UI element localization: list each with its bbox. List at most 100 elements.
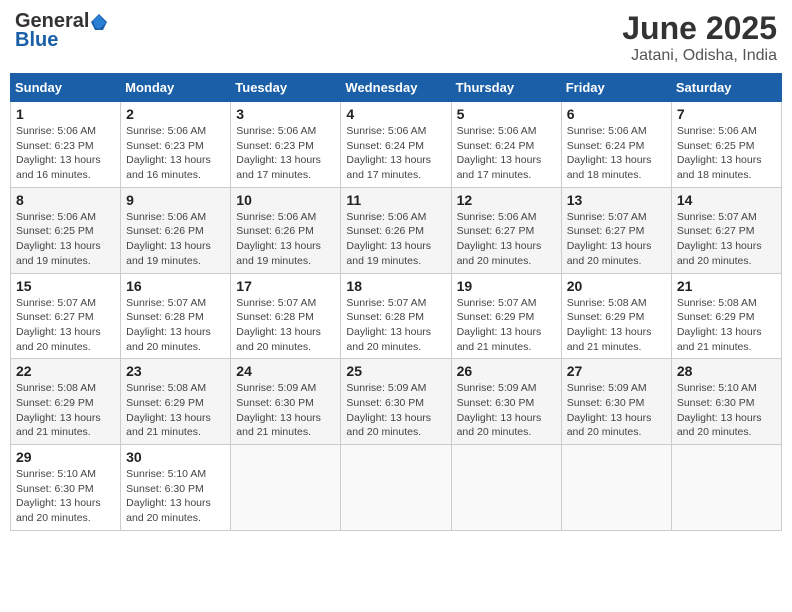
logo-icon [90, 13, 108, 31]
calendar-cell: 2 Sunrise: 5:06 AM Sunset: 6:23 PM Dayli… [121, 102, 231, 188]
day-info: Sunrise: 5:06 AM Sunset: 6:27 PM Dayligh… [457, 210, 556, 269]
day-number: 12 [457, 192, 556, 208]
day-info: Sunrise: 5:07 AM Sunset: 6:29 PM Dayligh… [457, 296, 556, 355]
day-number: 16 [126, 278, 225, 294]
logo-blue-text: Blue [15, 29, 58, 52]
calendar-cell: 3 Sunrise: 5:06 AM Sunset: 6:23 PM Dayli… [231, 102, 341, 188]
calendar-cell: 30 Sunrise: 5:10 AM Sunset: 6:30 PM Dayl… [121, 445, 231, 531]
day-info: Sunrise: 5:07 AM Sunset: 6:27 PM Dayligh… [677, 210, 776, 269]
day-info: Sunrise: 5:07 AM Sunset: 6:28 PM Dayligh… [126, 296, 225, 355]
calendar-cell [231, 445, 341, 531]
calendar-cell: 6 Sunrise: 5:06 AM Sunset: 6:24 PM Dayli… [561, 102, 671, 188]
weekday-header-sunday: Sunday [11, 74, 121, 102]
day-number: 17 [236, 278, 335, 294]
calendar-cell: 21 Sunrise: 5:08 AM Sunset: 6:29 PM Dayl… [671, 273, 781, 359]
location-title: Jatani, Odisha, India [622, 47, 777, 65]
day-info: Sunrise: 5:06 AM Sunset: 6:26 PM Dayligh… [346, 210, 445, 269]
day-info: Sunrise: 5:06 AM Sunset: 6:23 PM Dayligh… [126, 124, 225, 183]
day-info: Sunrise: 5:08 AM Sunset: 6:29 PM Dayligh… [567, 296, 666, 355]
calendar-cell: 20 Sunrise: 5:08 AM Sunset: 6:29 PM Dayl… [561, 273, 671, 359]
weekday-header-saturday: Saturday [671, 74, 781, 102]
calendar-cell [451, 445, 561, 531]
page-header: General Blue June 2025 Jatani, Odisha, I… [10, 10, 782, 65]
week-row-4: 22 Sunrise: 5:08 AM Sunset: 6:29 PM Dayl… [11, 359, 782, 445]
day-info: Sunrise: 5:09 AM Sunset: 6:30 PM Dayligh… [567, 381, 666, 440]
weekday-header-thursday: Thursday [451, 74, 561, 102]
day-number: 15 [16, 278, 115, 294]
calendar-cell: 27 Sunrise: 5:09 AM Sunset: 6:30 PM Dayl… [561, 359, 671, 445]
day-number: 8 [16, 192, 115, 208]
day-number: 20 [567, 278, 666, 294]
calendar-cell: 11 Sunrise: 5:06 AM Sunset: 6:26 PM Dayl… [341, 187, 451, 273]
day-info: Sunrise: 5:06 AM Sunset: 6:25 PM Dayligh… [16, 210, 115, 269]
day-number: 24 [236, 363, 335, 379]
day-info: Sunrise: 5:08 AM Sunset: 6:29 PM Dayligh… [677, 296, 776, 355]
weekday-header-row: SundayMondayTuesdayWednesdayThursdayFrid… [11, 74, 782, 102]
calendar-cell [561, 445, 671, 531]
calendar-cell: 1 Sunrise: 5:06 AM Sunset: 6:23 PM Dayli… [11, 102, 121, 188]
day-number: 1 [16, 106, 115, 122]
calendar-cell: 14 Sunrise: 5:07 AM Sunset: 6:27 PM Dayl… [671, 187, 781, 273]
calendar-cell: 8 Sunrise: 5:06 AM Sunset: 6:25 PM Dayli… [11, 187, 121, 273]
calendar-cell: 17 Sunrise: 5:07 AM Sunset: 6:28 PM Dayl… [231, 273, 341, 359]
calendar-cell: 10 Sunrise: 5:06 AM Sunset: 6:26 PM Dayl… [231, 187, 341, 273]
day-info: Sunrise: 5:06 AM Sunset: 6:24 PM Dayligh… [346, 124, 445, 183]
logo: General Blue [15, 10, 109, 52]
week-row-2: 8 Sunrise: 5:06 AM Sunset: 6:25 PM Dayli… [11, 187, 782, 273]
week-row-1: 1 Sunrise: 5:06 AM Sunset: 6:23 PM Dayli… [11, 102, 782, 188]
day-number: 27 [567, 363, 666, 379]
calendar-cell: 4 Sunrise: 5:06 AM Sunset: 6:24 PM Dayli… [341, 102, 451, 188]
day-number: 2 [126, 106, 225, 122]
day-number: 4 [346, 106, 445, 122]
day-info: Sunrise: 5:06 AM Sunset: 6:26 PM Dayligh… [126, 210, 225, 269]
weekday-header-wednesday: Wednesday [341, 74, 451, 102]
day-info: Sunrise: 5:07 AM Sunset: 6:28 PM Dayligh… [346, 296, 445, 355]
day-info: Sunrise: 5:10 AM Sunset: 6:30 PM Dayligh… [126, 467, 225, 526]
day-number: 13 [567, 192, 666, 208]
calendar-cell: 16 Sunrise: 5:07 AM Sunset: 6:28 PM Dayl… [121, 273, 231, 359]
day-number: 28 [677, 363, 776, 379]
day-number: 30 [126, 449, 225, 465]
day-number: 19 [457, 278, 556, 294]
day-info: Sunrise: 5:09 AM Sunset: 6:30 PM Dayligh… [236, 381, 335, 440]
weekday-header-tuesday: Tuesday [231, 74, 341, 102]
calendar-cell: 19 Sunrise: 5:07 AM Sunset: 6:29 PM Dayl… [451, 273, 561, 359]
calendar-cell: 18 Sunrise: 5:07 AM Sunset: 6:28 PM Dayl… [341, 273, 451, 359]
day-info: Sunrise: 5:08 AM Sunset: 6:29 PM Dayligh… [126, 381, 225, 440]
calendar-cell: 23 Sunrise: 5:08 AM Sunset: 6:29 PM Dayl… [121, 359, 231, 445]
calendar-cell: 12 Sunrise: 5:06 AM Sunset: 6:27 PM Dayl… [451, 187, 561, 273]
day-info: Sunrise: 5:06 AM Sunset: 6:23 PM Dayligh… [16, 124, 115, 183]
day-number: 26 [457, 363, 556, 379]
calendar-cell: 5 Sunrise: 5:06 AM Sunset: 6:24 PM Dayli… [451, 102, 561, 188]
day-number: 14 [677, 192, 776, 208]
week-row-5: 29 Sunrise: 5:10 AM Sunset: 6:30 PM Dayl… [11, 445, 782, 531]
day-info: Sunrise: 5:09 AM Sunset: 6:30 PM Dayligh… [346, 381, 445, 440]
day-info: Sunrise: 5:06 AM Sunset: 6:26 PM Dayligh… [236, 210, 335, 269]
day-number: 6 [567, 106, 666, 122]
day-info: Sunrise: 5:08 AM Sunset: 6:29 PM Dayligh… [16, 381, 115, 440]
calendar-cell: 29 Sunrise: 5:10 AM Sunset: 6:30 PM Dayl… [11, 445, 121, 531]
calendar-cell: 25 Sunrise: 5:09 AM Sunset: 6:30 PM Dayl… [341, 359, 451, 445]
calendar-cell: 22 Sunrise: 5:08 AM Sunset: 6:29 PM Dayl… [11, 359, 121, 445]
weekday-header-friday: Friday [561, 74, 671, 102]
day-number: 25 [346, 363, 445, 379]
day-number: 29 [16, 449, 115, 465]
day-number: 22 [16, 363, 115, 379]
calendar-table: SundayMondayTuesdayWednesdayThursdayFrid… [10, 73, 782, 531]
day-info: Sunrise: 5:06 AM Sunset: 6:24 PM Dayligh… [457, 124, 556, 183]
day-number: 10 [236, 192, 335, 208]
calendar-cell: 9 Sunrise: 5:06 AM Sunset: 6:26 PM Dayli… [121, 187, 231, 273]
day-number: 11 [346, 192, 445, 208]
day-info: Sunrise: 5:07 AM Sunset: 6:28 PM Dayligh… [236, 296, 335, 355]
day-info: Sunrise: 5:06 AM Sunset: 6:24 PM Dayligh… [567, 124, 666, 183]
calendar-cell: 28 Sunrise: 5:10 AM Sunset: 6:30 PM Dayl… [671, 359, 781, 445]
calendar-cell: 26 Sunrise: 5:09 AM Sunset: 6:30 PM Dayl… [451, 359, 561, 445]
day-info: Sunrise: 5:07 AM Sunset: 6:27 PM Dayligh… [16, 296, 115, 355]
day-number: 21 [677, 278, 776, 294]
day-number: 5 [457, 106, 556, 122]
calendar-cell: 7 Sunrise: 5:06 AM Sunset: 6:25 PM Dayli… [671, 102, 781, 188]
day-info: Sunrise: 5:07 AM Sunset: 6:27 PM Dayligh… [567, 210, 666, 269]
day-number: 7 [677, 106, 776, 122]
week-row-3: 15 Sunrise: 5:07 AM Sunset: 6:27 PM Dayl… [11, 273, 782, 359]
day-info: Sunrise: 5:06 AM Sunset: 6:25 PM Dayligh… [677, 124, 776, 183]
